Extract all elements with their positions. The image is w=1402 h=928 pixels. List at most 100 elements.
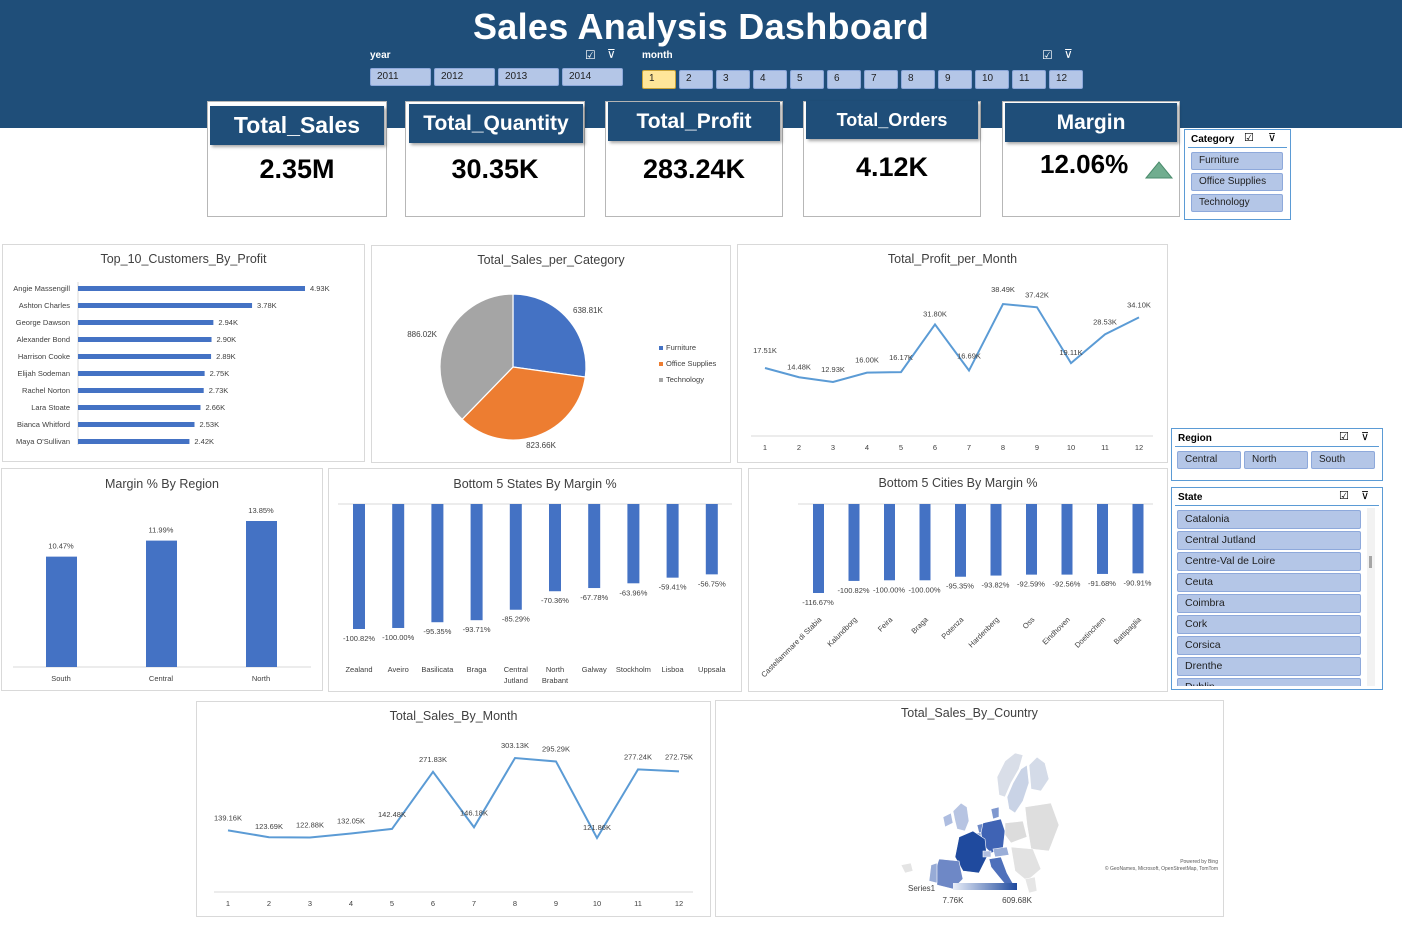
top-customers-bar: [78, 320, 214, 325]
kpi-total-sales-value: 2.35M: [259, 154, 335, 184]
margin-region-category-label: North: [252, 674, 270, 683]
state-item-catalonia[interactable]: Catalonia: [1177, 510, 1361, 529]
month-item-2[interactable]: 2: [679, 70, 713, 89]
month-item-11[interactable]: 11: [1012, 70, 1046, 89]
state-list: Catalonia Central Jutland Centre-Val de Lo…: [1174, 508, 1364, 686]
month-item-6[interactable]: 6: [827, 70, 861, 89]
region-item-central[interactable]: Central: [1177, 451, 1241, 469]
month-item-1[interactable]: 1: [642, 70, 676, 89]
line-x-tick-label: 7: [472, 899, 476, 908]
state-scrollbar-thumb[interactable]: [1369, 556, 1372, 568]
pie-legend-swatch: [659, 378, 663, 382]
map-portugal: [928, 862, 938, 884]
bottom-cities-category-label: Castellammare di Stabia: [759, 614, 824, 679]
month-item-9[interactable]: 9: [938, 70, 972, 89]
bottom-cities-bar: [1132, 504, 1144, 574]
year-item-2012[interactable]: 2012: [434, 68, 495, 86]
europe-map: Series1 7.76K 609.68K Powered by Bing © …: [900, 752, 1218, 905]
year-multiselect-icon[interactable]: ☑: [585, 48, 596, 62]
pie-data-label: 823.66K: [526, 441, 556, 450]
line-data-label: 37.42K: [1025, 290, 1049, 299]
state-item-cork[interactable]: Cork: [1177, 615, 1361, 634]
bottom-states-bar: [627, 504, 640, 584]
bottom-states-value-label: -100.00%: [382, 633, 414, 642]
month-multiselect-icon[interactable]: ☑: [1042, 48, 1053, 62]
bottom-cities-category-label: Hardenberg: [967, 615, 1001, 649]
bottom-states-category-label: Galway: [582, 665, 607, 674]
pie-data-label: 886.02K: [407, 330, 437, 339]
map-uk: [952, 802, 970, 832]
category-multiselect-icon[interactable]: ☑: [1244, 131, 1254, 144]
line-x-tick-label: 5: [899, 443, 903, 452]
bottom-states-category-label: Zealand: [345, 665, 372, 674]
bottom-cities-value-label: -100.82%: [837, 586, 869, 595]
month-slicer-label: month: [642, 50, 673, 61]
state-item-centre-val-de-loire[interactable]: Centre-Val de Loire: [1177, 552, 1361, 571]
month-item-12[interactable]: 12: [1049, 70, 1083, 89]
month-clear-filter-icon[interactable]: ⊽: [1064, 47, 1073, 61]
year-item-2014[interactable]: 2014: [562, 68, 623, 86]
category-clear-filter-icon[interactable]: ⊽: [1268, 131, 1276, 144]
margin-region-bar: [146, 540, 177, 667]
year-item-2011[interactable]: 2011: [370, 68, 431, 86]
state-item-drenthe[interactable]: Drenthe: [1177, 657, 1361, 676]
month-item-8[interactable]: 8: [901, 70, 935, 89]
top-customers-bar: [78, 354, 212, 359]
month-item-4[interactable]: 4: [753, 70, 787, 89]
line-data-label: 303.13K: [501, 741, 529, 750]
bottom-cities-value-label: -91.68%: [1088, 579, 1116, 588]
state-multiselect-icon[interactable]: ☑: [1339, 489, 1349, 502]
category-slicer-label: Category: [1191, 134, 1235, 145]
state-item-coimbra[interactable]: Coimbra: [1177, 594, 1361, 613]
year-item-2013[interactable]: 2013: [498, 68, 559, 86]
margin-region-value-label: 11.99%: [149, 526, 174, 535]
month-item-3[interactable]: 3: [716, 70, 750, 89]
bottom-states-bar: [666, 504, 679, 578]
month-item-5[interactable]: 5: [790, 70, 824, 89]
bottom-states-category-label: Uppsala: [698, 665, 726, 674]
pie-data-label: 638.81K: [573, 306, 603, 315]
kpi-total-profit-label: Total_Profit: [608, 102, 780, 141]
top-customers-category-label: Elijah Sodeman: [17, 369, 70, 378]
state-scrollbar[interactable]: [1367, 508, 1375, 686]
bottom-states-category-label: Stockholm: [616, 665, 651, 674]
category-item-technology[interactable]: Technology: [1191, 194, 1283, 212]
state-clear-filter-icon[interactable]: ⊽: [1361, 489, 1369, 502]
top-customers-bar: [78, 371, 205, 376]
line-data-label: 28.53K: [1093, 317, 1117, 326]
line-x-tick-label: 12: [1135, 443, 1143, 452]
region-clear-filter-icon[interactable]: ⊽: [1361, 430, 1369, 443]
state-item-ceuta[interactable]: Ceuta: [1177, 573, 1361, 592]
month-item-10[interactable]: 10: [975, 70, 1009, 89]
bottom-cities-category-label: Doetinchem: [1073, 615, 1108, 650]
state-item-dublin[interactable]: Dublin: [1177, 678, 1361, 686]
bottom-states-category-label: Basilicata: [421, 665, 454, 674]
margin-region-chart: 10.47% South 11.99% Central 13.85% North: [13, 506, 311, 683]
line-data-label: 146.18K: [460, 808, 488, 817]
line-data-label: 16.00K: [855, 356, 879, 365]
map-ireland: [942, 812, 954, 828]
bottom-states-category-label: Central: [504, 665, 529, 674]
bottom-cities-value-label: -93.82%: [982, 581, 1010, 590]
top-customers-category-label: Harrison Cooke: [18, 352, 70, 361]
map-legend-series: Series1: [908, 884, 936, 893]
bottom-states-value-label: -67.78%: [580, 593, 608, 602]
margin-region-title: Margin % By Region: [105, 477, 219, 491]
state-item-corsica[interactable]: Corsica: [1177, 636, 1361, 655]
sales-category-title: Total_Sales_per_Category: [477, 253, 625, 267]
region-item-south[interactable]: South: [1311, 451, 1375, 469]
map-balkans: [1010, 846, 1042, 882]
year-clear-filter-icon[interactable]: ⊽: [607, 47, 616, 61]
region-slicer-label: Region: [1178, 433, 1212, 444]
category-item-furniture[interactable]: Furniture: [1191, 152, 1283, 170]
month-item-7[interactable]: 7: [864, 70, 898, 89]
map-finland: [1028, 756, 1050, 792]
region-multiselect-icon[interactable]: ☑: [1339, 430, 1349, 443]
state-item-central-jutland[interactable]: Central Jutland: [1177, 531, 1361, 550]
bottom-states-category-label: Lisboa: [662, 665, 685, 674]
region-item-north[interactable]: North: [1244, 451, 1308, 469]
line-x-tick-label: 9: [1035, 443, 1039, 452]
bottom-states-category-label-line2: Brabant: [542, 676, 569, 685]
profit-month-chart: 17.51K 1 14.48K 2 12.93K 3 16.00K 4 16.17K 5 31.80…: [751, 285, 1153, 452]
category-item-office-supplies[interactable]: Office Supplies: [1191, 173, 1283, 191]
